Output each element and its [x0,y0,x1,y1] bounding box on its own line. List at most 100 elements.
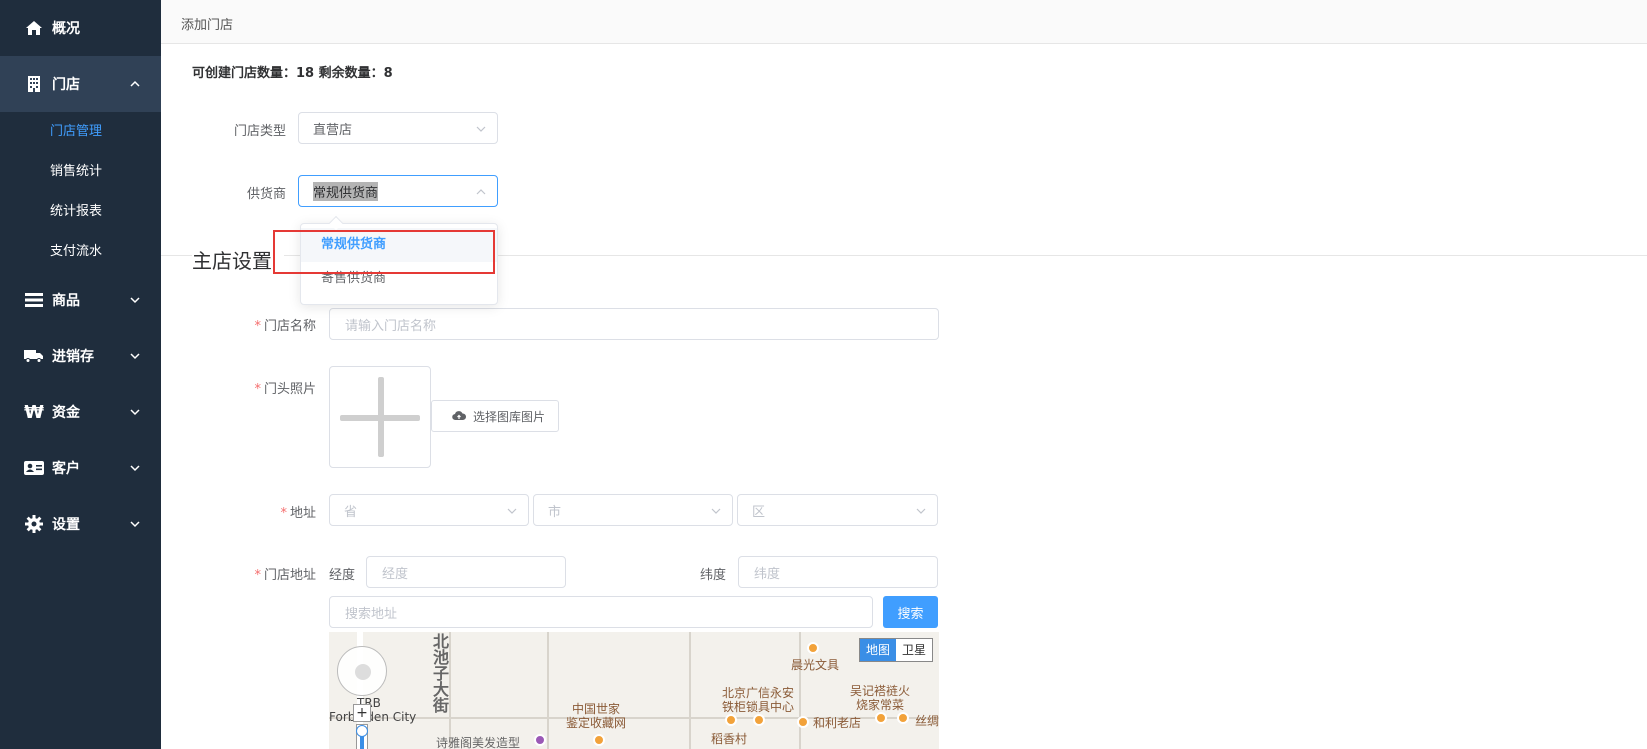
photo-upload-box[interactable] [329,366,431,468]
required-mark: * [280,506,287,521]
latitude-placeholder: 纬度 [754,566,781,582]
search-address-input[interactable]: 搜索地址 [329,596,873,628]
chevron-down-icon [130,465,140,472]
sidebar-item-label: 概况 [52,21,80,37]
store-type-select[interactable]: 直营店 [298,112,498,144]
district-placeholder: 区 [752,504,766,520]
sidebar: 概况 门店 门店管理 销售统计 统计报表 支付流水 商品 进销存 ₩ 资金 客户… [0,0,161,749]
chevron-down-icon [130,521,140,528]
sidebar-item-goods[interactable]: 商品 [0,272,161,328]
required-mark: * [254,319,261,334]
chevron-down-icon [130,353,140,360]
map-zoom-slider[interactable] [356,724,368,749]
sidebar-item-customers[interactable]: 客户 [0,440,161,496]
sidebar-item-inventory[interactable]: 进销存 [0,328,161,384]
map-label-chenguang: 晨光文具 [791,658,840,672]
map-type-toggle: 地图 卫星 [858,638,933,662]
map-type-satellite-button[interactable]: 卫星 [896,639,932,661]
supplier-dropdown: 常规供货商 寄售供货商 [300,215,498,305]
supplier-select[interactable]: 常规供货商 [298,175,498,207]
map-poi [593,734,605,746]
map-type-map-button[interactable]: 地图 [859,639,896,661]
search-button[interactable]: 搜索 [883,596,938,628]
truck-icon [24,346,44,366]
sidebar-subitem-payment-flow[interactable]: 支付流水 [0,232,161,272]
map-road [449,632,451,749]
map-pan-control[interactable] [337,646,387,696]
search-address-placeholder: 搜索地址 [345,606,398,622]
chevron-down-icon [130,297,140,304]
sidebar-item-label: 商品 [52,293,80,309]
required-mark: * [254,382,261,397]
store-type-label: 门店类型 [233,124,286,139]
id-card-icon [24,458,44,478]
store-name-label: * 门店名称 [254,319,316,334]
store-name-input[interactable]: 请输入门店名称 [329,308,939,340]
province-select[interactable]: 省 [329,494,529,526]
map-road [547,632,549,749]
latitude-label: 纬度 [700,568,727,583]
supplier-value: 常规供货商 [313,181,379,201]
sidebar-item-label: 设置 [52,517,80,533]
select-library-image-label: 选择图库图片 [473,409,546,424]
sidebar-item-funds[interactable]: ₩ 资金 [0,384,161,440]
chevron-up-icon [476,189,486,195]
map-label-heli: 和利老店 [813,716,862,730]
chevron-down-icon [507,508,517,514]
map-label-sizhou: 丝绸 [915,714,939,728]
store-type-value: 直营店 [313,122,353,138]
province-placeholder: 省 [344,504,358,520]
city-select[interactable]: 市 [533,494,733,526]
required-mark: * [254,568,261,583]
building-icon [24,74,44,94]
map-poi [797,716,809,728]
cloud-upload-icon [452,411,466,421]
chevron-down-icon [916,508,926,514]
store-name-placeholder: 请输入门店名称 [345,318,437,334]
longitude-label: 经度 [329,568,356,583]
supplier-label: 供货商 [246,187,286,202]
latitude-input[interactable]: 纬度 [738,556,938,588]
sidebar-item-settings[interactable]: 设置 [0,496,161,552]
breadcrumb-current: 添加门店 [181,18,234,33]
sidebar-item-label: 进销存 [52,349,94,365]
map-poi [753,714,765,726]
map-label-wuji-2: 烧家常菜 [856,698,905,712]
longitude-placeholder: 经度 [382,566,409,582]
sidebar-subitem-report[interactable]: 统计报表 [0,192,161,232]
breadcrumb: 添加门店 [161,0,1647,44]
store-photo-label: * 门头照片 [254,382,316,397]
chevron-down-icon [711,508,721,514]
map-view[interactable]: 北池子大街 TRB Forbidden City 晨光文具 吴记褡裢火 烧家常菜… [329,632,939,749]
sidebar-subitem-store-management[interactable]: 门店管理 [0,112,161,152]
sidebar-item-label: 资金 [52,405,80,421]
list-icon [24,290,44,310]
map-zoom-in-button[interactable]: + [353,704,371,722]
sidebar-item-store[interactable]: 门店 [0,56,161,112]
address-label: * 地址 [280,506,316,521]
won-icon: ₩ [24,401,44,423]
sidebar-item-overview[interactable]: 概况 [0,0,161,56]
map-label-guangxin-2: 铁柜锁具中心 [722,700,795,714]
supplier-option-regular[interactable]: 常规供货商 [301,228,497,262]
chevron-up-icon [130,80,140,87]
map-street-label: 北池子大街 [433,632,450,715]
map-label-forbidden-city: Forbidden City [329,710,417,724]
select-library-image-button[interactable]: 选择图库图片 [431,400,559,432]
sidebar-item-label: 门店 [52,77,80,93]
chevron-down-icon [476,126,486,132]
home-icon [24,18,44,38]
map-poi [875,712,887,724]
map-road [689,632,691,749]
map-label-daoxiang: 稻香村 [711,732,748,746]
supplier-option-consignment[interactable]: 寄售供货商 [301,262,497,296]
map-poi-chenguang [807,642,819,654]
store-address-label: * 门店地址 [254,568,316,583]
store-quota-text: 可创建门店数量：18 剩余数量：8 [192,66,393,81]
map-poi [897,712,909,724]
longitude-input[interactable]: 经度 [366,556,566,588]
sidebar-subitem-sales-stats[interactable]: 销售统计 [0,152,161,192]
district-select[interactable]: 区 [737,494,938,526]
section-title: 主店设置 [192,245,284,274]
city-placeholder: 市 [548,504,562,520]
